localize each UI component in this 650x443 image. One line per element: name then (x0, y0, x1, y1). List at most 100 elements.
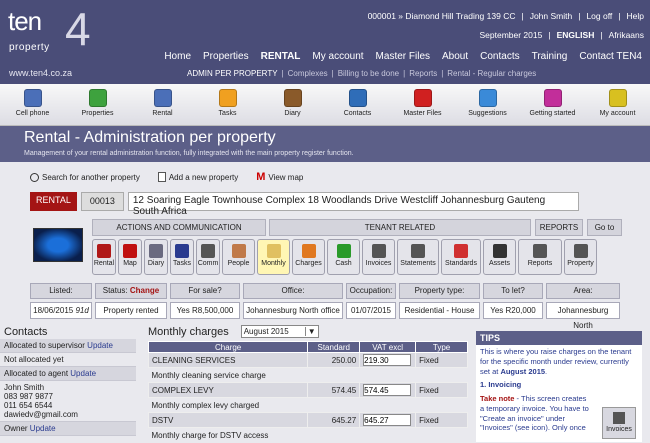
tasks-icon (218, 89, 237, 107)
add-property-link[interactable]: Add a new property (157, 171, 238, 183)
tips-intro: This is where you raise charges on the t… (480, 347, 632, 376)
map-button[interactable]: Map (118, 239, 142, 275)
iconbar-cell-phone[interactable]: Cell phone (0, 84, 65, 125)
rental-tag: RENTAL (30, 192, 77, 211)
nav-training[interactable]: Training (532, 51, 568, 62)
logo-four: 4 (65, 3, 91, 55)
help-link[interactable]: Help (627, 11, 644, 21)
property-button[interactable]: Property (564, 239, 597, 275)
occ-value: 01/07/2015 (346, 302, 396, 319)
property-photo[interactable] (33, 228, 83, 262)
ten4-logo[interactable]: ten 4 property (8, 3, 103, 58)
owner-update-link[interactable]: Update (30, 424, 56, 433)
cash-button[interactable]: Cash (327, 239, 360, 275)
subnav-regular-charges[interactable]: Rental - Regular charges (447, 69, 536, 78)
vat-cell (359, 412, 417, 428)
logo-property: property (9, 42, 50, 53)
iconbar-master-files[interactable]: Master Files (390, 84, 455, 125)
contacts-title: Contacts (4, 326, 48, 338)
nav-contacts[interactable]: Contacts (480, 51, 519, 62)
page-title: Rental - Administration per property (24, 129, 276, 146)
nav-master-files[interactable]: Master Files (376, 51, 430, 62)
subnav-billing[interactable]: Billing to be done (338, 69, 399, 78)
diary-button[interactable]: Diary (144, 239, 168, 275)
subnav-admin[interactable]: ADMIN PER PROPERTY (187, 69, 278, 78)
properties-icon (88, 89, 107, 107)
subnav-reports[interactable]: Reports (409, 69, 437, 78)
button-label: Map (123, 260, 137, 267)
vat-input[interactable] (363, 354, 412, 366)
charge-desc: Monthly cleaning service charge (148, 367, 468, 383)
tasks-icon (175, 244, 189, 258)
page-title-bar: Rental - Administration per property Man… (0, 126, 650, 162)
comm-button[interactable]: Comm (196, 239, 220, 275)
tips-invoices-button[interactable]: Invoices (602, 407, 636, 439)
agent-email[interactable]: dawiedv@gmail.com (4, 410, 132, 419)
charge-desc: Monthly charge for DSTV access (148, 427, 468, 443)
charges-button[interactable]: Charges (292, 239, 325, 275)
nav-contact-ten4[interactable]: Contact TEN4 (579, 51, 642, 62)
iconbar-suggestions[interactable]: Suggestions (455, 84, 520, 125)
user-link[interactable]: John Smith (530, 11, 573, 21)
button-label: Diary (147, 260, 165, 267)
cash-icon (336, 244, 351, 258)
button-label: Property (567, 260, 594, 267)
standards-button[interactable]: Standards (441, 239, 481, 275)
tasks-button[interactable]: Tasks (170, 239, 194, 275)
charge-name: COMPLEX LEVY (147, 382, 309, 398)
subnav-complexes[interactable]: Complexes (288, 69, 328, 78)
assets-button[interactable]: Assets (483, 239, 516, 275)
agent-row: Allocated to agent Update (0, 367, 136, 381)
invoices-button[interactable]: Invoices (362, 239, 395, 275)
iconbar-my-account[interactable]: My account (585, 84, 650, 125)
diary-icon (149, 244, 163, 258)
property-icon (573, 244, 588, 258)
vat-input[interactable] (363, 384, 412, 396)
iconbar-getting-started[interactable]: Getting started (520, 84, 585, 125)
sale-value: Yes R8,500,000 (170, 302, 240, 319)
reports-button[interactable]: Reports (518, 239, 562, 275)
logoff-link[interactable]: Log off (586, 11, 612, 21)
supervisor-update-link[interactable]: Update (87, 341, 113, 350)
iconbar-properties[interactable]: Properties (65, 84, 130, 125)
search-icon (30, 172, 39, 182)
iconbar-contacts[interactable]: Contacts (325, 84, 390, 125)
iconbar-tasks[interactable]: Tasks (195, 84, 260, 125)
lang-afrikaans[interactable]: Afrikaans (609, 30, 644, 40)
action-buttons: Rental Map Diary Tasks Comm People Month… (92, 239, 597, 275)
search-property-link[interactable]: Search for another property (30, 171, 140, 183)
nav-rental[interactable]: RENTAL (261, 51, 301, 62)
agent-name: John Smith (4, 383, 45, 392)
assets-icon (492, 244, 507, 258)
iconbar-diary[interactable]: Diary (260, 84, 325, 125)
nav-my-account[interactable]: My account (312, 51, 363, 62)
map-label: View map (268, 172, 304, 182)
section-tenant: TENANT RELATED (269, 219, 531, 236)
monthly-icon (266, 244, 281, 258)
chevron-down-icon: ▼ (304, 327, 316, 336)
view-map-link[interactable]: M View map (256, 171, 303, 183)
owner-label: Owner (4, 424, 28, 433)
nav-home[interactable]: Home (164, 51, 191, 62)
diary-icon (283, 89, 302, 107)
statements-button[interactable]: Statements (397, 239, 439, 275)
map-icon (123, 244, 137, 258)
agent-update-link[interactable]: Update (70, 369, 96, 378)
monthly-button[interactable]: Monthly (257, 239, 290, 275)
people-button[interactable]: People (222, 239, 255, 275)
table-row: DSTV 645.27 Fixed (147, 412, 468, 428)
month-select[interactable]: August 2015 ▼ (240, 325, 319, 338)
vat-input[interactable] (363, 414, 412, 426)
status-change-link[interactable]: Change (130, 286, 159, 295)
lang-english[interactable]: ENGLISH (557, 30, 595, 40)
rental-button[interactable]: Rental (92, 239, 116, 275)
statements-icon (411, 244, 425, 258)
iconbar-rental[interactable]: Rental (130, 84, 195, 125)
agent-phone1: 083 987 9877 (4, 392, 53, 401)
button-label: People (227, 260, 250, 267)
monthly-charges-title: Monthly charges (148, 325, 229, 338)
charges-table: Charge Standard VAT excl Type CLEANING S… (147, 341, 468, 443)
nav-properties[interactable]: Properties (203, 51, 249, 62)
comm-icon (201, 244, 215, 258)
nav-about[interactable]: About (442, 51, 468, 62)
